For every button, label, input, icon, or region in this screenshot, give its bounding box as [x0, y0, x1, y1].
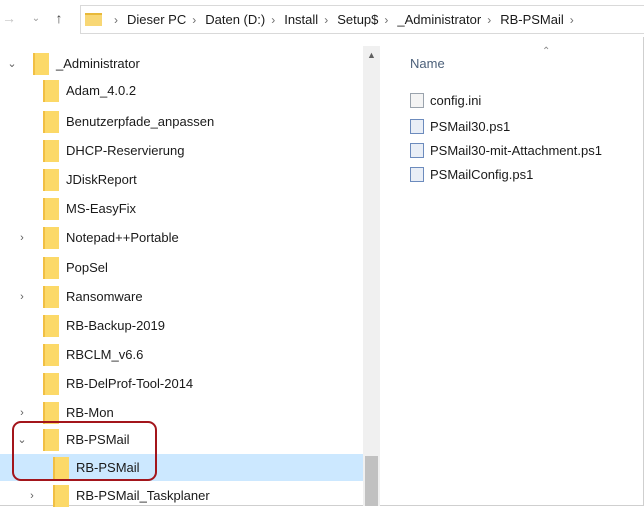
tree-item-administrator[interactable]: ⌄ _Administrator — [0, 50, 363, 77]
tree-item-label: RB-Mon — [66, 405, 114, 420]
breadcrumb-separator-icon[interactable]: › — [487, 13, 491, 27]
folder-icon — [43, 285, 59, 308]
file-label: PSMail30.ps1 — [430, 118, 511, 134]
arrow-left-icon: → — [2, 10, 16, 26]
folder-icon — [43, 314, 59, 337]
tree-item[interactable]: PopSel — [0, 254, 363, 281]
tree-item-label: MS-EasyFix — [66, 201, 137, 216]
scroll-up-icon[interactable]: ▲ — [363, 46, 380, 63]
tree-item[interactable]: RBCLM_v6.6 — [0, 341, 363, 368]
tree-item[interactable]: › RB-Mon — [0, 399, 363, 426]
tree-item[interactable]: RB-Backup-2019 — [0, 312, 363, 339]
breadcrumb-separator-icon[interactable]: › — [192, 13, 196, 27]
file-item[interactable]: PSMail30.ps1 — [410, 115, 510, 137]
navigation-tree: ⌄ _Administrator Adam_4.0.2 Benutzerpfad… — [0, 46, 363, 509]
tree-item-label: Notepad++Portable — [66, 230, 179, 245]
powershell-file-icon — [410, 118, 424, 134]
tree-item[interactable]: › RB-PSMail_Taskplaner — [0, 482, 363, 509]
breadcrumb-separator-icon[interactable]: › — [570, 13, 574, 27]
tree-item-label: Adam_4.0.2 — [66, 83, 137, 98]
tree-item-label: RB-PSMail — [66, 432, 130, 447]
folder-icon — [43, 428, 59, 451]
tree-item[interactable]: › Ransomware — [0, 283, 363, 310]
file-item[interactable]: config.ini — [410, 89, 481, 111]
recent-locations-button[interactable]: ⌄ — [29, 9, 43, 27]
tree-item[interactable]: Adam_4.0.2 — [0, 77, 363, 104]
breadcrumb-separator-icon[interactable]: › — [114, 13, 118, 27]
powershell-file-icon — [410, 166, 424, 182]
chevron-right-icon[interactable]: › — [16, 406, 28, 420]
folder-icon — [85, 13, 102, 26]
file-label: config.ini — [430, 92, 482, 108]
file-list: ⌃ Name config.ini PSMail30.ps1 PSMail30-… — [380, 46, 644, 506]
file-label: PSMail30-mit-Attachment.ps1 — [430, 142, 602, 158]
breadcrumb-item[interactable]: Setup$ — [337, 12, 378, 27]
arrow-up-icon: ↑ — [55, 10, 63, 26]
tree-item-rb-psmail-selected[interactable]: RB-PSMail — [0, 454, 363, 481]
folder-icon — [43, 139, 59, 162]
folder-icon — [43, 168, 59, 191]
chevron-right-icon[interactable]: › — [16, 231, 28, 245]
breadcrumb-separator-icon[interactable]: › — [271, 13, 275, 27]
sort-ascending-icon: ⌃ — [542, 46, 551, 57]
file-label: PSMailConfig.ps1 — [430, 166, 534, 182]
breadcrumb-separator-icon[interactable]: › — [324, 13, 328, 27]
tree-item-label: RB-PSMail_Taskplaner — [76, 488, 210, 503]
chevron-down-icon[interactable]: ⌄ — [16, 433, 28, 447]
tree-scrollbar[interactable]: ▲ — [363, 46, 380, 506]
chevron-down-icon[interactable]: ⌄ — [6, 57, 18, 71]
up-button[interactable]: ↑ — [52, 9, 66, 27]
scroll-thumb[interactable] — [365, 456, 378, 506]
back-button[interactable]: → — [2, 9, 16, 27]
tree-item[interactable]: Benutzerpfade_anpassen — [0, 108, 363, 135]
folder-icon — [33, 52, 49, 75]
folder-icon — [53, 484, 69, 507]
file-item[interactable]: PSMailConfig.ps1 — [410, 163, 533, 185]
address-box[interactable]: › Dieser PC › Daten (D:) › Install › Set… — [80, 5, 644, 34]
ini-file-icon — [410, 92, 424, 108]
chevron-right-icon[interactable]: › — [16, 290, 28, 304]
file-item[interactable]: PSMail30-mit-Attachment.ps1 — [410, 139, 602, 161]
tree-item-rb-psmail[interactable]: ⌄ RB-PSMail — [0, 426, 363, 453]
column-header-name[interactable]: Name — [410, 56, 445, 71]
tree-item-label: JDiskReport — [66, 172, 137, 187]
breadcrumb-item[interactable]: Install — [284, 12, 318, 27]
folder-icon — [43, 401, 59, 424]
breadcrumb-separator-icon[interactable]: › — [384, 13, 388, 27]
folder-icon — [43, 226, 59, 249]
powershell-file-icon — [410, 142, 424, 158]
tree-item-label: RB-Backup-2019 — [66, 318, 165, 333]
tree-item-label: _Administrator — [56, 56, 140, 71]
breadcrumb-item[interactable]: Daten (D:) — [205, 12, 265, 27]
tree-item-label: Ransomware — [66, 289, 143, 304]
tree-item[interactable]: DHCP-Reservierung — [0, 137, 363, 164]
tree-item[interactable]: RB-DelProf-Tool-2014 — [0, 370, 363, 397]
folder-icon — [43, 343, 59, 366]
tree-item[interactable]: MS-EasyFix — [0, 195, 363, 222]
tree-item-label: DHCP-Reservierung — [66, 143, 185, 158]
folder-icon — [53, 456, 69, 479]
breadcrumb-item[interactable]: _Administrator — [397, 12, 481, 27]
folder-icon — [43, 372, 59, 395]
folder-icon — [43, 197, 59, 220]
address-bar-row: → ⌄ ↑ › Dieser PC › Daten (D:) › Install… — [0, 0, 644, 37]
tree-item-label: PopSel — [66, 260, 108, 275]
tree-item-label: RB-DelProf-Tool-2014 — [66, 376, 194, 391]
chevron-down-icon: ⌄ — [31, 12, 41, 24]
folder-icon — [43, 110, 59, 133]
chevron-right-icon[interactable]: › — [26, 489, 38, 503]
tree-item[interactable]: › Notepad++Portable — [0, 224, 363, 251]
folder-icon — [43, 256, 59, 279]
tree-item[interactable]: JDiskReport — [0, 166, 363, 193]
breadcrumb-item[interactable]: Dieser PC — [127, 12, 186, 27]
tree-item-label: RB-PSMail — [76, 460, 140, 475]
tree-item-label: RBCLM_v6.6 — [66, 347, 144, 362]
folder-icon — [43, 79, 59, 102]
tree-item-label: Benutzerpfade_anpassen — [66, 114, 215, 129]
breadcrumb-item[interactable]: RB-PSMail — [500, 12, 564, 27]
